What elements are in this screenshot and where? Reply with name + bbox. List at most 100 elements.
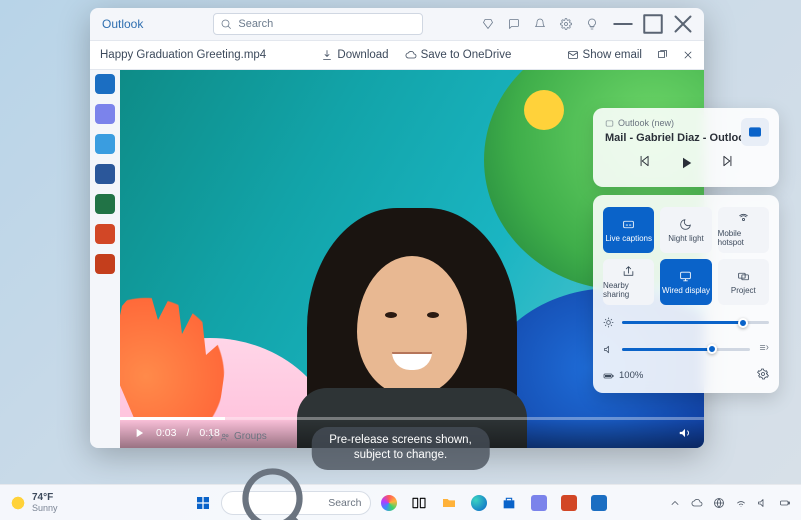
close-button[interactable]	[668, 8, 698, 40]
premium-icon[interactable]	[482, 18, 494, 30]
app-rail	[90, 70, 120, 274]
search-icon	[220, 18, 232, 30]
groups-section[interactable]: Groups	[206, 431, 267, 442]
attachment-filename: Happy Graduation Greeting.mp4	[100, 49, 266, 61]
chat-icon[interactable]	[508, 18, 520, 30]
quick-actions-card: Live captions Night light Mobile hotspot…	[593, 195, 779, 393]
outlook-icon	[605, 119, 614, 128]
audio-output-button[interactable]	[758, 340, 769, 358]
qa-night-light[interactable]: Night light	[660, 207, 711, 253]
previous-track-button[interactable]	[637, 154, 651, 177]
qa-live-captions[interactable]: Live captions	[603, 207, 654, 253]
share-icon	[622, 265, 635, 278]
rail-mail-icon[interactable]	[95, 74, 115, 94]
taskbar-search[interactable]: Search	[221, 491, 371, 515]
close-preview-icon[interactable]	[682, 49, 694, 61]
next-track-button[interactable]	[721, 154, 735, 177]
battery-icon	[603, 370, 615, 382]
bell-icon[interactable]	[534, 18, 546, 30]
qa-mobile-hotspot[interactable]: Mobile hotspot	[718, 207, 769, 253]
qa-nearby-sharing[interactable]: Nearby sharing	[603, 259, 654, 305]
decorative-shape	[524, 90, 564, 130]
taskbar-center: Search	[191, 491, 611, 515]
app-title: Outlook	[102, 17, 143, 31]
sliders-section	[603, 317, 769, 358]
save-onedrive-button[interactable]: Save to OneDrive	[405, 49, 512, 61]
project-icon	[737, 270, 750, 283]
battery-tray-icon[interactable]	[779, 497, 791, 509]
volume-slider[interactable]	[603, 340, 769, 358]
media-control-card: Outlook (new) Mail - Gabriel Diaz - Outl…	[593, 108, 779, 187]
search-placeholder: Search	[238, 18, 273, 30]
gear-icon[interactable]	[560, 18, 572, 30]
quick-settings-panel: Outlook (new) Mail - Gabriel Diaz - Outl…	[593, 108, 779, 393]
rail-excel-icon[interactable]	[95, 194, 115, 214]
system-tray	[669, 497, 791, 509]
windows-icon	[195, 495, 211, 511]
display-icon	[679, 270, 692, 283]
rail-word-icon[interactable]	[95, 164, 115, 184]
rail-more-icon[interactable]	[95, 254, 115, 274]
hotspot-icon	[737, 213, 750, 226]
sun-icon	[10, 495, 26, 511]
media-transport-controls	[605, 154, 767, 177]
rail-calendar-icon[interactable]	[95, 104, 115, 124]
bulb-icon[interactable]	[586, 18, 598, 30]
play-pause-button[interactable]	[677, 154, 695, 177]
language-tray-icon[interactable]	[713, 497, 725, 509]
weather-widget[interactable]: 74°F Sunny	[10, 492, 58, 513]
popout-icon[interactable]	[656, 49, 668, 61]
outlook-search-input[interactable]: Search	[213, 13, 423, 35]
taskbar-taskview[interactable]	[407, 491, 431, 515]
battery-status-row: 100%	[603, 368, 769, 383]
titlebar-actions	[482, 18, 598, 30]
window-controls	[608, 8, 698, 40]
video-progress-bar[interactable]	[120, 417, 704, 420]
quick-actions-grid: Live captions Night light Mobile hotspot…	[603, 207, 769, 305]
volume-tray-icon[interactable]	[757, 497, 769, 509]
minimize-button[interactable]	[608, 8, 638, 40]
moon-icon	[679, 218, 692, 231]
search-icon	[230, 456, 323, 520]
chevron-up-icon[interactable]	[669, 497, 681, 509]
people-icon	[220, 432, 230, 442]
download-icon	[321, 49, 333, 61]
media-thumbnail	[741, 118, 769, 146]
taskbar-outlook[interactable]	[587, 491, 611, 515]
mail-icon	[567, 49, 579, 61]
outlook-app-icon	[747, 124, 763, 140]
maximize-button[interactable]	[638, 8, 668, 40]
settings-button[interactable]	[757, 368, 769, 383]
cloud-icon	[405, 49, 417, 61]
disclaimer-banner: Pre-release screens shown, subject to ch…	[311, 427, 490, 470]
outlook-titlebar: Outlook Search	[90, 8, 704, 40]
download-button[interactable]: Download	[321, 49, 388, 61]
video-current-time: 0:03	[156, 427, 176, 439]
chevron-right-icon	[206, 432, 216, 442]
taskbar-edge[interactable]	[467, 491, 491, 515]
wifi-tray-icon[interactable]	[735, 497, 747, 509]
qa-project[interactable]: Project	[718, 259, 769, 305]
taskbar-app2[interactable]	[557, 491, 581, 515]
taskbar-explorer[interactable]	[437, 491, 461, 515]
taskbar-copilot[interactable]	[377, 491, 401, 515]
start-button[interactable]	[191, 491, 215, 515]
taskbar-app1[interactable]	[527, 491, 551, 515]
taskbar-store[interactable]	[497, 491, 521, 515]
video-subject	[307, 208, 517, 448]
rail-people-icon[interactable]	[95, 134, 115, 154]
qa-wired-display[interactable]: Wired display	[660, 259, 711, 305]
captions-icon	[622, 218, 635, 231]
gear-icon	[757, 368, 769, 380]
speaker-icon	[603, 344, 614, 355]
battery-percent: 100%	[619, 370, 643, 381]
volume-icon[interactable]	[678, 426, 692, 440]
show-email-button[interactable]: Show email	[567, 49, 642, 61]
onedrive-tray-icon[interactable]	[691, 497, 703, 509]
brightness-slider[interactable]	[603, 317, 769, 328]
rail-powerpoint-icon[interactable]	[95, 224, 115, 244]
attachment-preview-bar: Happy Graduation Greeting.mp4 Download S…	[90, 40, 704, 70]
sun-icon	[603, 317, 614, 328]
play-icon[interactable]	[132, 426, 146, 440]
taskbar: 74°F Sunny Search	[0, 484, 801, 520]
